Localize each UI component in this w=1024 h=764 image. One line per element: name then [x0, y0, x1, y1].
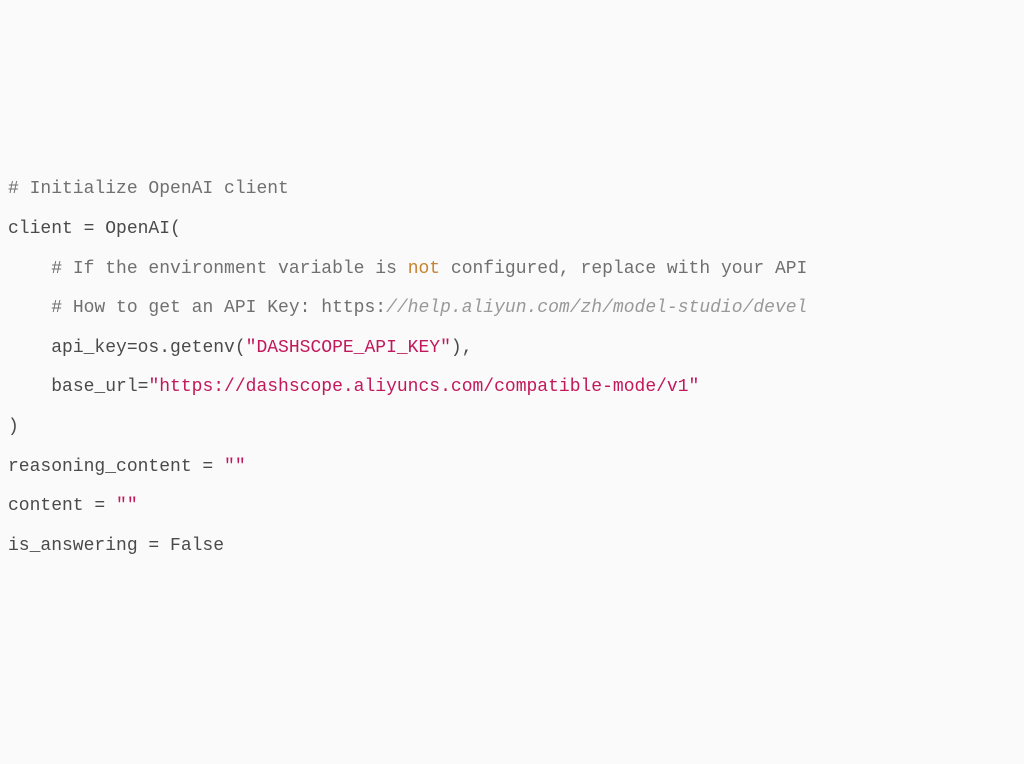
comment-text: # How to get an API Key: https: — [51, 298, 386, 318]
code-text: content = — [8, 496, 116, 516]
string-literal: "" — [116, 496, 138, 516]
code-line-7: ) — [8, 408, 1016, 448]
code-text: reasoning_content = — [8, 457, 224, 477]
comment-text: configured, replace with your API — [440, 259, 818, 279]
indent — [8, 289, 51, 329]
code-text: api_key=os.getenv( — [51, 338, 245, 358]
comment-url: //help.aliyun.com/zh/model-studio/devel — [386, 298, 807, 318]
string-literal: "https://dashscope.aliyuncs.com/compatib… — [148, 377, 699, 397]
code-line-4: # How to get an API Key: https://help.al… — [8, 289, 1016, 329]
code-text: base_url= — [51, 377, 148, 397]
keyword-not: not — [408, 259, 440, 279]
comment-text: # Initialize OpenAI client — [8, 179, 289, 199]
indent — [8, 368, 51, 408]
code-line-2: client = OpenAI( — [8, 210, 1016, 250]
code-line-9: reasoning_content = "" — [8, 448, 1016, 488]
string-literal: "DASHSCOPE_API_KEY" — [246, 338, 451, 358]
indent — [8, 250, 51, 290]
comment-text: # If the environment variable is — [51, 259, 407, 279]
code-line-10: content = "" — [8, 487, 1016, 527]
code-block: # Initialize OpenAI client client = OpenA… — [8, 170, 1016, 566]
indent — [8, 329, 51, 369]
code-line-6: base_url="https://dashscope.aliyuncs.com… — [8, 368, 1016, 408]
code-text: is_answering = False — [8, 536, 224, 556]
code-line-3: # If the environment variable is not con… — [8, 250, 1016, 290]
code-text: client = OpenAI( — [8, 219, 181, 239]
code-line-12: is_answering = False — [8, 527, 1016, 567]
string-literal: "" — [224, 457, 246, 477]
code-line-1: # Initialize OpenAI client — [8, 170, 1016, 210]
code-text: ) — [8, 417, 19, 437]
code-text: ), — [451, 338, 473, 358]
code-line-5: api_key=os.getenv("DASHSCOPE_API_KEY"), — [8, 329, 1016, 369]
